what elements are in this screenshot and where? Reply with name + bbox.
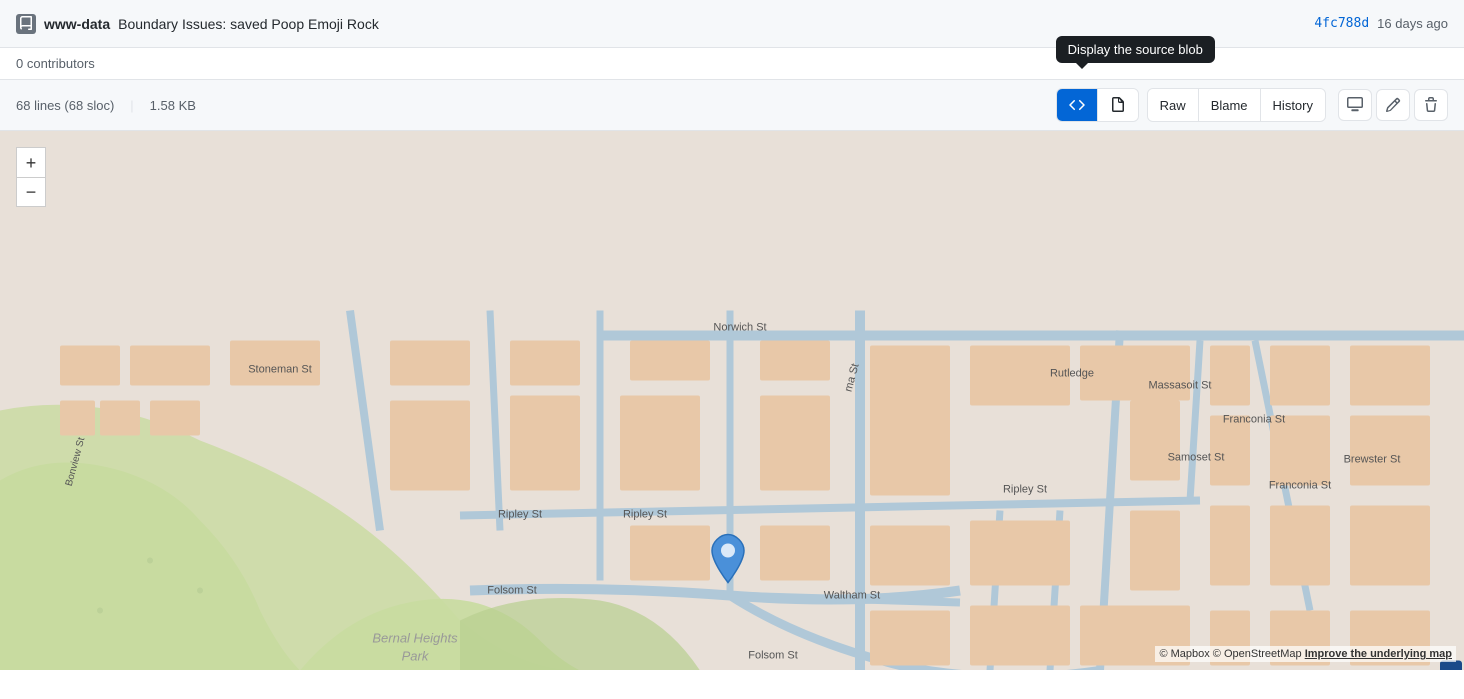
- svg-text:Folsom St: Folsom St: [487, 585, 537, 597]
- commit-sha[interactable]: 4fc788d: [1314, 16, 1369, 31]
- map-svg: US Norwich St Stoneman St Bonview St Rip…: [0, 131, 1464, 670]
- svg-text:US: US: [1443, 669, 1458, 671]
- zoom-out-button[interactable]: −: [16, 177, 46, 207]
- divider: |: [130, 98, 133, 113]
- commit-left: www-data Boundary Issues: saved Poop Emo…: [16, 14, 379, 34]
- tooltip-text: Display the source blob: [1068, 42, 1203, 57]
- svg-text:Stoneman St: Stoneman St: [248, 364, 312, 376]
- file-info: 68 lines (68 sloc) | 1.58 KB: [16, 98, 196, 113]
- mapbox-attribution[interactable]: © Mapbox: [1159, 648, 1209, 660]
- contributors-count: 0: [16, 56, 23, 71]
- svg-text:Norwich St: Norwich St: [713, 322, 766, 334]
- map-attribution: © Mapbox © OpenStreetMap Improve the und…: [1155, 646, 1456, 662]
- svg-text:Ripley St: Ripley St: [498, 509, 542, 521]
- file-lines: 68 lines (68 sloc): [16, 98, 114, 113]
- contributors-label: contributors: [27, 56, 95, 71]
- commit-message: Boundary Issues: saved Poop Emoji Rock: [118, 16, 379, 32]
- svg-text:Massasoit St: Massasoit St: [1149, 380, 1212, 392]
- blame-button[interactable]: Blame: [1199, 89, 1261, 121]
- raw-button[interactable]: Raw: [1148, 89, 1199, 121]
- improve-map-link[interactable]: Improve the underlying map: [1305, 648, 1452, 660]
- rendered-blob-button[interactable]: [1098, 89, 1138, 121]
- desktop-button[interactable]: [1338, 89, 1372, 121]
- svg-text:Bernal Heights: Bernal Heights: [372, 631, 458, 646]
- map-container[interactable]: US Norwich St Stoneman St Bonview St Rip…: [0, 131, 1464, 670]
- svg-text:Folsom St: Folsom St: [748, 650, 798, 662]
- tooltip-container: Display the source blob: [1056, 36, 1215, 63]
- edit-button[interactable]: [1376, 89, 1410, 121]
- commit-time: 16 days ago: [1377, 16, 1448, 31]
- svg-text:Franconia St: Franconia St: [1269, 480, 1331, 492]
- file-size: 1.58 KB: [150, 98, 196, 113]
- repo-icon: [16, 14, 36, 34]
- commit-header: www-data Boundary Issues: saved Poop Emo…: [0, 0, 1464, 48]
- svg-text:Franconia St: Franconia St: [1223, 414, 1285, 426]
- osm-attribution[interactable]: © OpenStreetMap: [1213, 648, 1302, 660]
- source-blob-button[interactable]: [1057, 89, 1098, 121]
- commit-right: 4fc788d 16 days ago: [1314, 16, 1448, 31]
- svg-text:Waltham St: Waltham St: [824, 590, 880, 602]
- tooltip-box: Display the source blob: [1056, 36, 1215, 63]
- view-toggle-group: [1056, 88, 1139, 122]
- svg-text:Ripley St: Ripley St: [623, 509, 667, 521]
- file-toolbar: 68 lines (68 sloc) | 1.58 KB Display the…: [0, 80, 1464, 131]
- history-button[interactable]: History: [1261, 89, 1325, 121]
- contributors-bar: 0 contributors: [0, 48, 1464, 80]
- svg-text:Brewster St: Brewster St: [1344, 454, 1401, 466]
- svg-text:Rutledge: Rutledge: [1050, 368, 1094, 380]
- zoom-in-button[interactable]: +: [16, 147, 46, 177]
- svg-text:Park: Park: [402, 649, 430, 664]
- delete-button[interactable]: [1414, 89, 1448, 121]
- svg-text:Ripley St: Ripley St: [1003, 484, 1047, 496]
- commit-author[interactable]: www-data: [44, 16, 110, 32]
- toolbar-buttons: Display the source blob Raw Blame Histo: [1056, 88, 1448, 122]
- svg-text:Samoset St: Samoset St: [1168, 452, 1225, 464]
- map-controls: + −: [16, 147, 46, 207]
- action-buttons-group: Raw Blame History: [1147, 88, 1326, 122]
